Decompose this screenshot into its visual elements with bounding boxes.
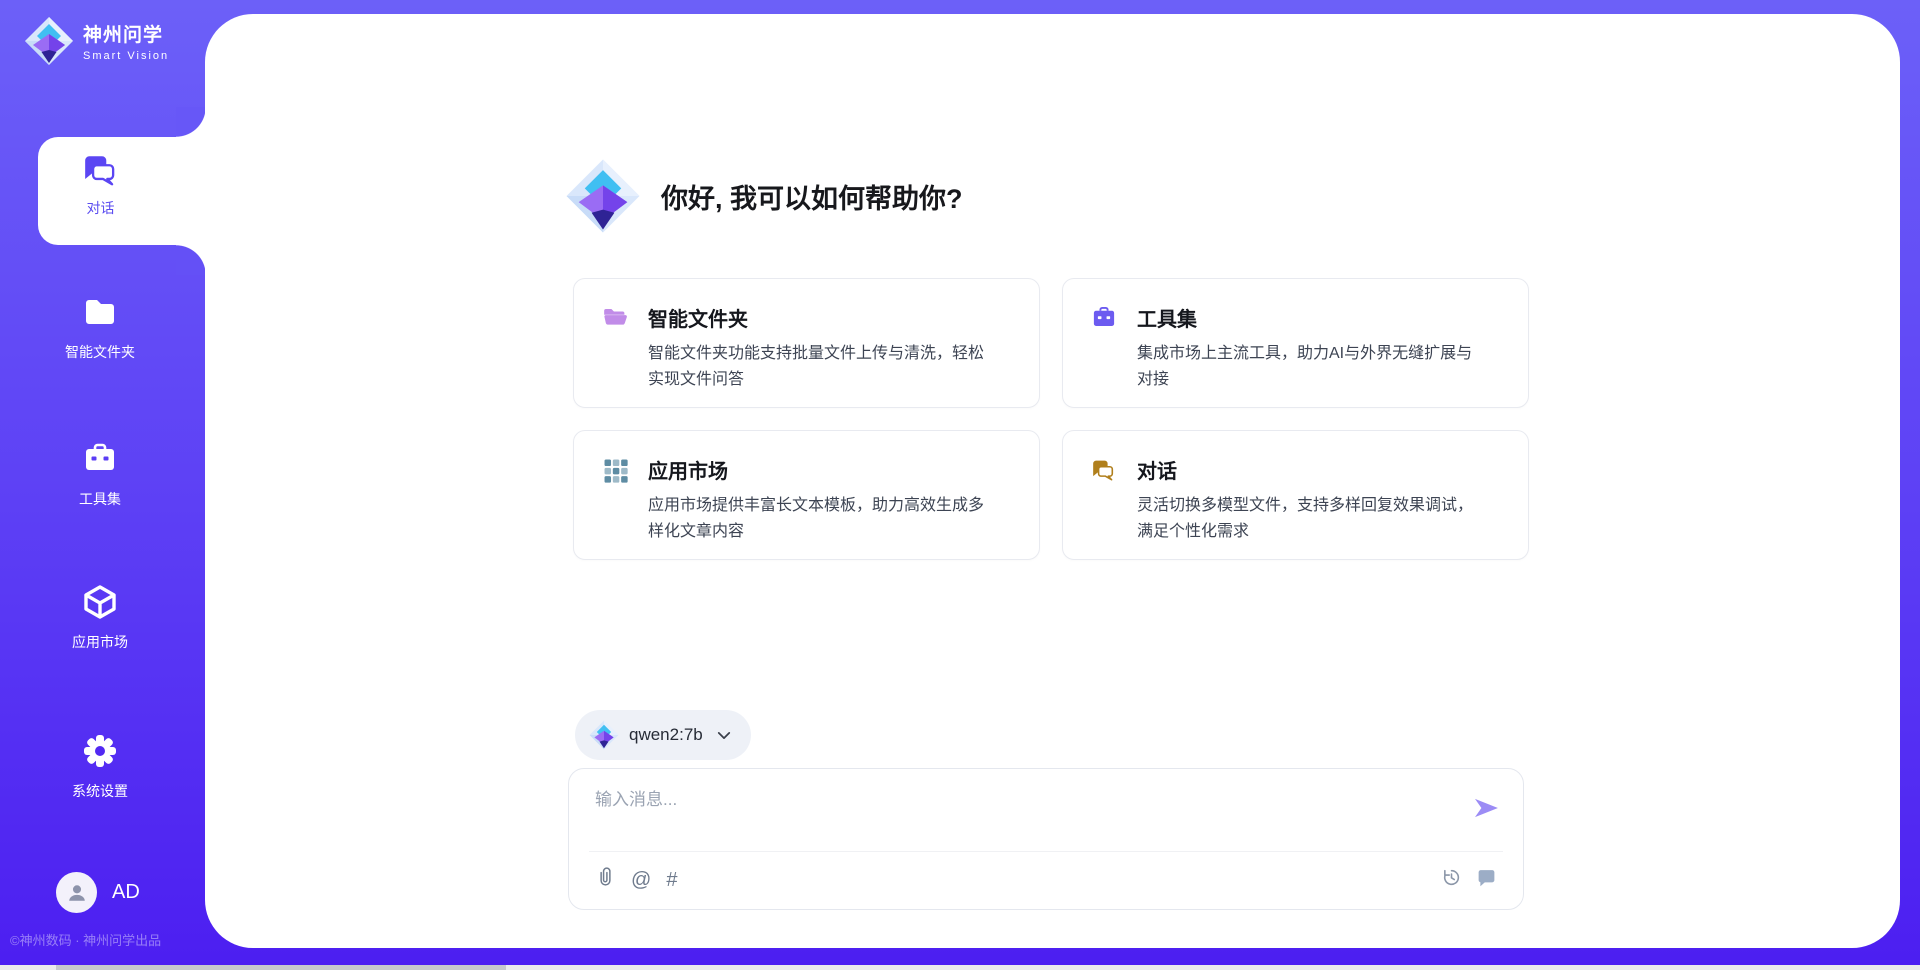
send-icon[interactable]: [1473, 797, 1499, 824]
hash-icon[interactable]: #: [666, 868, 677, 892]
toolbox-icon: [1091, 305, 1117, 336]
copyright-footer: ©神州数码 · 神州问学出品: [10, 930, 161, 949]
comment-icon[interactable]: [1476, 867, 1497, 893]
card-title: 工具集: [1137, 303, 1488, 332]
sidebar-item-smart-folder[interactable]: 智能文件夹: [10, 294, 190, 362]
chat-icon: [1091, 457, 1117, 488]
card-app-market[interactable]: 应用市场 应用市场提供丰富长文本模板，助力高效生成多样化文章内容: [573, 430, 1040, 560]
brand-logo-icon: [24, 16, 74, 66]
active-tab-curve-top: [176, 107, 206, 137]
greeting-text: 你好, 我可以如何帮助你?: [661, 177, 963, 216]
sidebar-item-settings[interactable]: 系统设置: [10, 733, 190, 801]
card-description: 智能文件夹功能支持批量文件上传与清洗，轻松实现文件问答: [648, 341, 999, 393]
active-tab-curve-bottom: [176, 245, 206, 275]
folder-open-icon: [602, 305, 628, 336]
user-account[interactable]: AD: [56, 872, 140, 913]
card-description: 集成市场上主流工具，助力AI与外界无缝扩展与对接: [1137, 341, 1488, 393]
brand-name: 神州问学: [83, 20, 169, 47]
card-description: 灵活切换多模型文件，支持多样回复效果调试，满足个性化需求: [1137, 493, 1488, 545]
model-name: qwen2:7b: [629, 725, 703, 745]
toolbox-icon: [82, 464, 118, 481]
avatar: [56, 872, 97, 913]
brand-subtitle: Smart Vision: [83, 50, 169, 62]
horizontal-scrollbar[interactable]: [0, 965, 1920, 970]
card-toolset[interactable]: 工具集 集成市场上主流工具，助力AI与外界无缝扩展与对接: [1062, 278, 1529, 408]
sidebar-item-label: 智能文件夹: [10, 342, 190, 362]
sidebar-item-label: 对话: [38, 198, 163, 218]
model-logo-icon: [589, 720, 619, 750]
card-title: 对话: [1137, 455, 1488, 484]
sidebar-item-label: 系统设置: [10, 781, 190, 801]
at-icon[interactable]: @: [631, 868, 651, 892]
card-chat[interactable]: 对话 灵活切换多模型文件，支持多样回复效果调试，满足个性化需求: [1062, 430, 1529, 560]
sidebar-item-app-market[interactable]: 应用市场: [10, 584, 190, 652]
grid-icon: [602, 457, 628, 488]
greeting-row: 你好, 我可以如何帮助你?: [565, 158, 963, 234]
paperclip-icon[interactable]: [595, 865, 616, 894]
message-input[interactable]: 输入消息...: [595, 785, 677, 810]
composer-divider: [589, 851, 1503, 852]
gear-icon: [82, 756, 118, 773]
sidebar-item-toolset[interactable]: 工具集: [10, 441, 190, 509]
card-smart-folder[interactable]: 智能文件夹 智能文件夹功能支持批量文件上传与清洗，轻松实现文件问答: [573, 278, 1040, 408]
brand: 神州问学 Smart Vision: [24, 16, 169, 66]
person-icon: [66, 882, 88, 904]
sidebar-item-chat[interactable]: 对话: [38, 137, 206, 245]
user-name: AD: [112, 881, 140, 904]
assistant-logo-icon: [565, 158, 641, 234]
chevron-down-icon: [717, 731, 731, 740]
card-title: 智能文件夹: [648, 303, 999, 332]
sidebar-item-label: 工具集: [10, 489, 190, 509]
scrollbar-thumb[interactable]: [56, 965, 506, 970]
sidebar-item-label: 应用市场: [10, 632, 190, 652]
folder-icon: [82, 317, 118, 334]
feature-cards: 智能文件夹 智能文件夹功能支持批量文件上传与清洗，轻松实现文件问答 工具集 集成…: [573, 278, 1529, 560]
message-composer: 输入消息... @ #: [568, 768, 1524, 910]
model-selector[interactable]: qwen2:7b: [575, 710, 751, 760]
card-description: 应用市场提供丰富长文本模板，助力高效生成多样化文章内容: [648, 493, 999, 545]
history-icon[interactable]: [1441, 867, 1462, 893]
card-title: 应用市场: [648, 455, 999, 484]
chat-icon: [82, 151, 120, 189]
cube-icon: [82, 607, 118, 624]
